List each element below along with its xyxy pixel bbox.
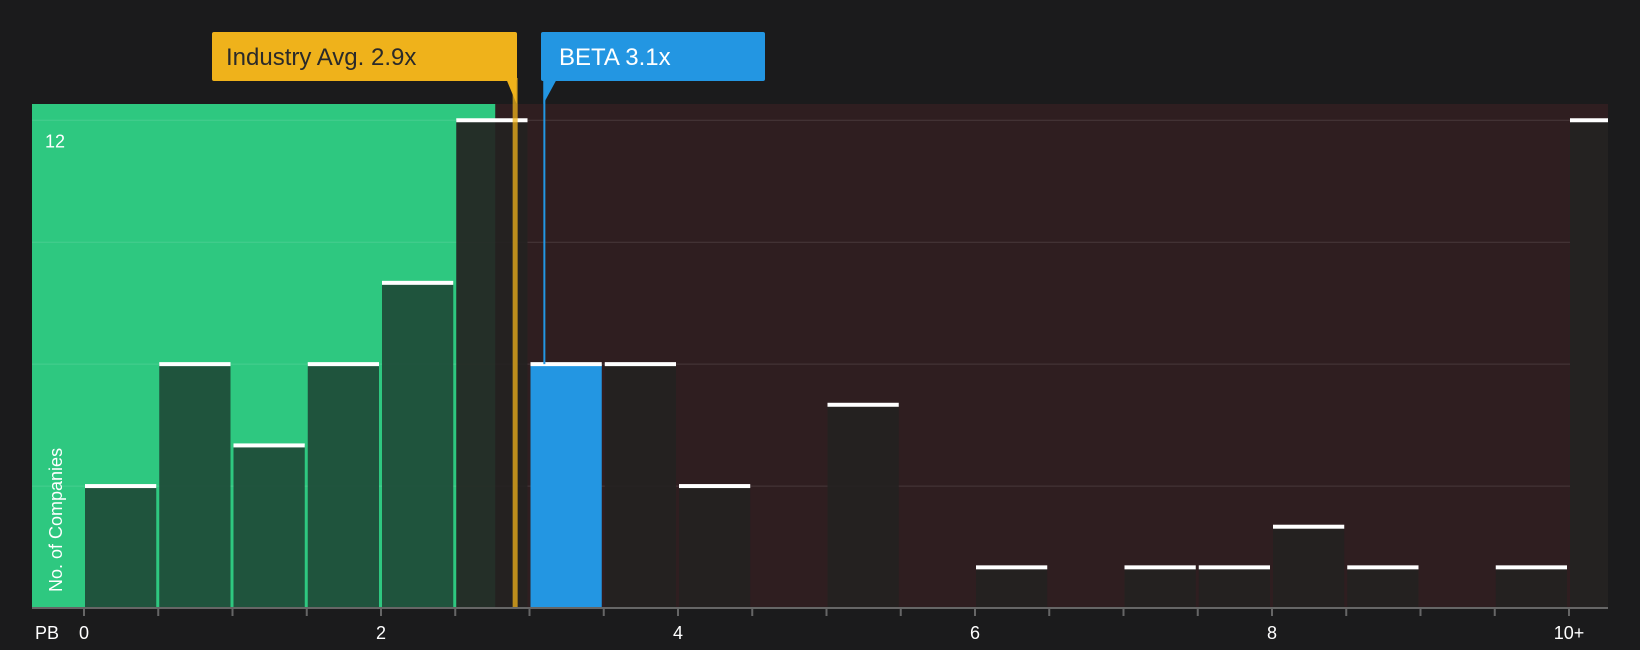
bar-cap (679, 484, 751, 489)
industry-avg-line (512, 78, 518, 608)
histogram-bar (307, 364, 379, 608)
bar-cap (1570, 118, 1608, 123)
histogram-bar (159, 364, 231, 608)
industry-avg-label: Industry Avg. 2.9x (226, 44, 416, 71)
bar-cap (827, 402, 899, 407)
bar-cap (530, 362, 602, 367)
x-tick-label: 8 (1267, 623, 1277, 643)
histogram-bar (1273, 526, 1345, 608)
bar-cap (1198, 565, 1270, 570)
histogram-bar (382, 282, 454, 608)
bar-cap (604, 362, 676, 367)
histogram-bar (1347, 567, 1419, 608)
x-tick-label: 2 (376, 623, 386, 643)
histogram-bar (1198, 567, 1270, 608)
bar-cap (307, 362, 379, 367)
bar-cap (382, 280, 454, 285)
bar-cap (1347, 565, 1419, 570)
company-label: BETA 3.1x (559, 44, 671, 71)
histogram-bar (827, 404, 899, 608)
bar-cap (1124, 565, 1196, 570)
bar-cap (85, 484, 157, 489)
histogram-bar (85, 486, 157, 608)
x-tick-label: 4 (673, 623, 683, 643)
x-tick-label: 6 (970, 623, 980, 643)
bar-cap (976, 565, 1048, 570)
y-tick-label: 12 (45, 131, 65, 151)
histogram-bar (1495, 567, 1567, 608)
x-axis-title: PB (35, 623, 59, 643)
histogram-bar (1124, 567, 1196, 608)
bar-cap (1495, 565, 1567, 570)
histogram-bar (530, 364, 602, 608)
x-tick-label: 10+ (1554, 623, 1585, 643)
histogram-bar (976, 567, 1048, 608)
x-tick-label: 0 (79, 623, 89, 643)
histogram-bar (604, 364, 676, 608)
pb-histogram-chart: Industry Avg. 2.9x BETA 3.1x 0 2 4 6 8 10+ 12 … (0, 0, 1640, 650)
histogram-bar (233, 445, 305, 608)
bar-cap (233, 443, 305, 448)
y-axis-title: No. of Companies (46, 448, 66, 592)
histogram-bar (1570, 120, 1608, 609)
bar-cap (1273, 524, 1345, 529)
bar-cap (159, 362, 231, 367)
histogram-bar (679, 486, 751, 608)
